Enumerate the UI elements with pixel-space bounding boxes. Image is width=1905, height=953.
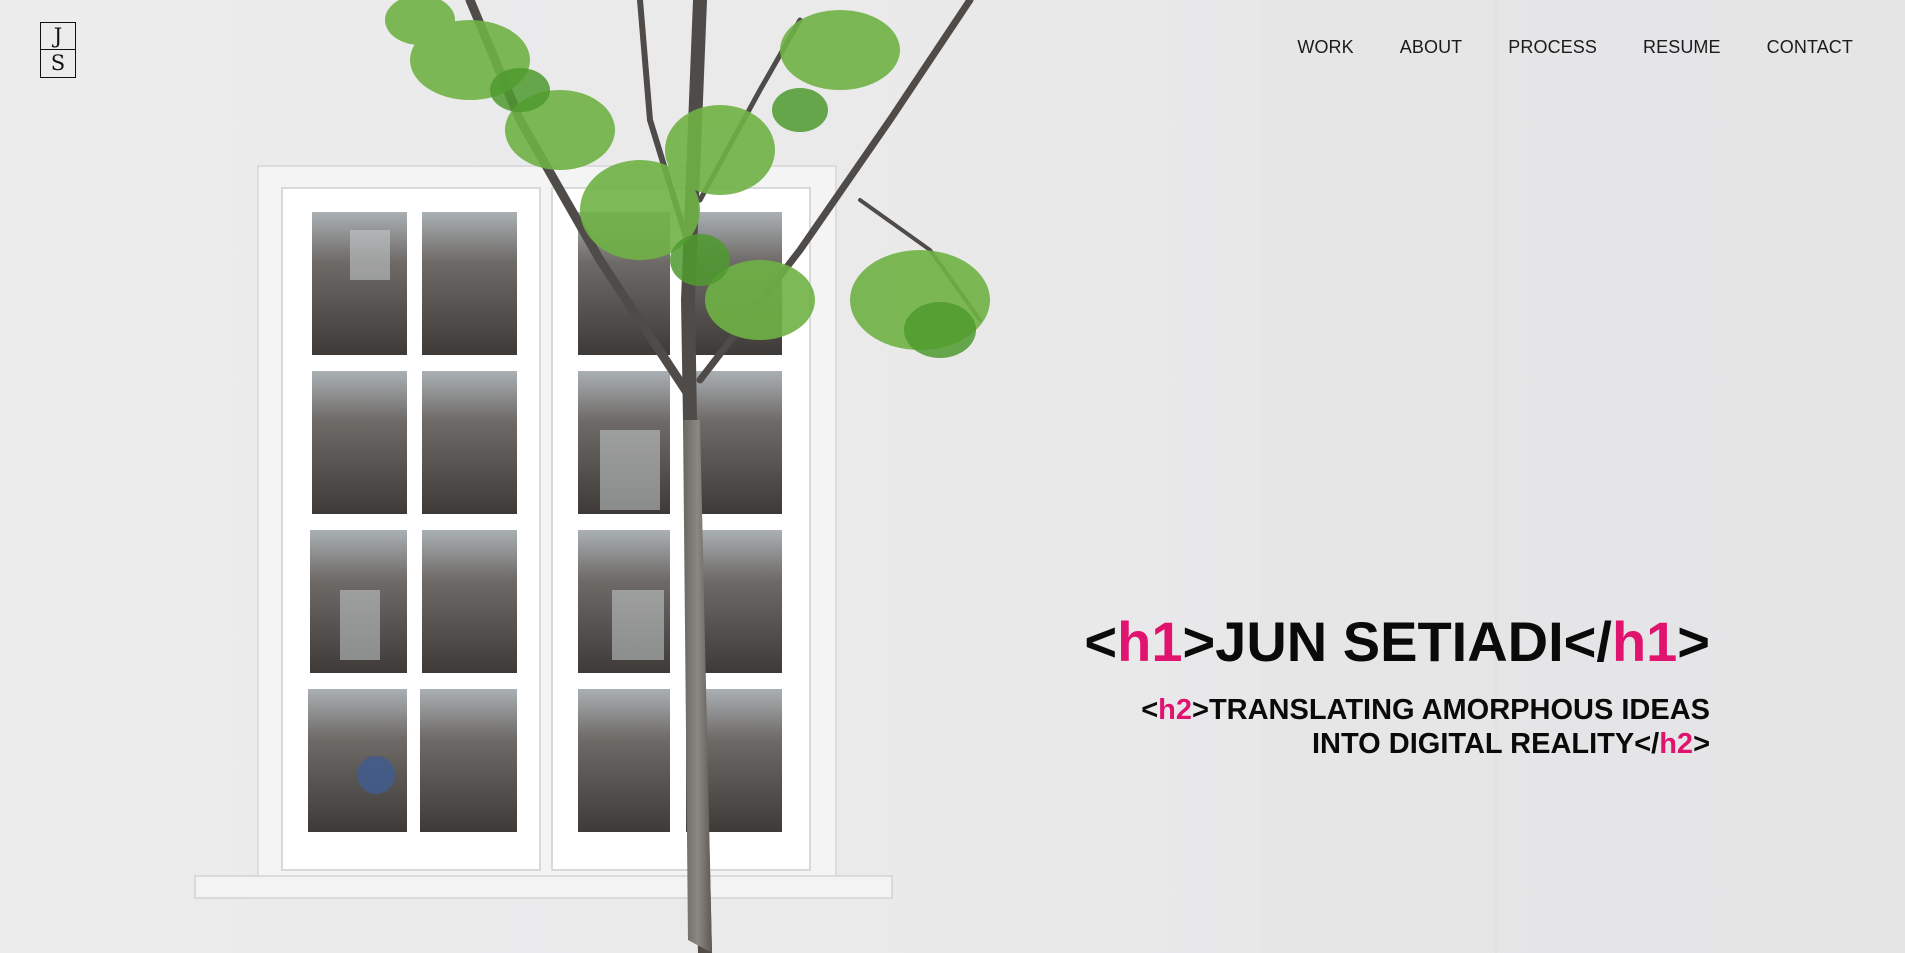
hero-subtitle-text-2: INTO DIGITAL REALITY [1311,728,1635,760]
nav-process-link[interactable]: PROCESS [1508,37,1597,58]
logo-divider [41,49,75,50]
hero-title-text: JUN SETIADI [1215,610,1564,673]
h2-close-gt: > [1693,728,1710,760]
nav-about-link[interactable]: ABOUT [1400,37,1463,58]
hero-section: J S WORK ABOUT PROCESS RESUME CONTACT <h… [0,0,1905,953]
nav-contact-link[interactable]: CONTACT [1767,37,1853,58]
main-nav: WORK ABOUT PROCESS RESUME CONTACT [1297,37,1853,58]
h2-open-tag: h2 [1158,694,1192,726]
h2-close-tag: h2 [1659,728,1694,760]
h2-open-gt: > [1192,694,1209,726]
nav-resume-link[interactable]: RESUME [1643,37,1721,58]
h1-close-tag: h1 [1611,610,1678,673]
h2-close-lt: </ [1634,728,1660,760]
h1-open-gt: > [1182,610,1216,673]
hero-headline: <h1>JUN SETIADI</h1> <h2>TRANSLATING AMO… [1084,603,1710,761]
h1-open-lt: < [1084,610,1118,673]
h1-open-tag: h1 [1117,610,1183,673]
hero-subtitle-line-1: <h2>TRANSLATING AMORPHOUS IDEAS [1084,693,1710,727]
nav-work-link[interactable]: WORK [1297,37,1353,58]
hero-subtitle-text-1: TRANSLATING AMORPHOUS IDEAS [1208,694,1710,726]
h2-open-lt: < [1141,694,1159,726]
logo-letter-top: J [53,24,63,48]
logo-letter-bottom: S [50,51,66,75]
h1-close-gt: > [1677,610,1710,673]
h1-close-lt: </ [1563,610,1612,673]
hero-subtitle-line-2: INTO DIGITAL REALITY</h2> [1084,727,1710,761]
hero-subtitle: <h2>TRANSLATING AMORPHOUS IDEAS INTO DIG… [1084,693,1710,761]
window-and-tree-photo [194,0,1905,953]
logo[interactable]: J S [40,22,76,78]
hero-title: <h1>JUN SETIADI</h1> [1084,603,1710,681]
